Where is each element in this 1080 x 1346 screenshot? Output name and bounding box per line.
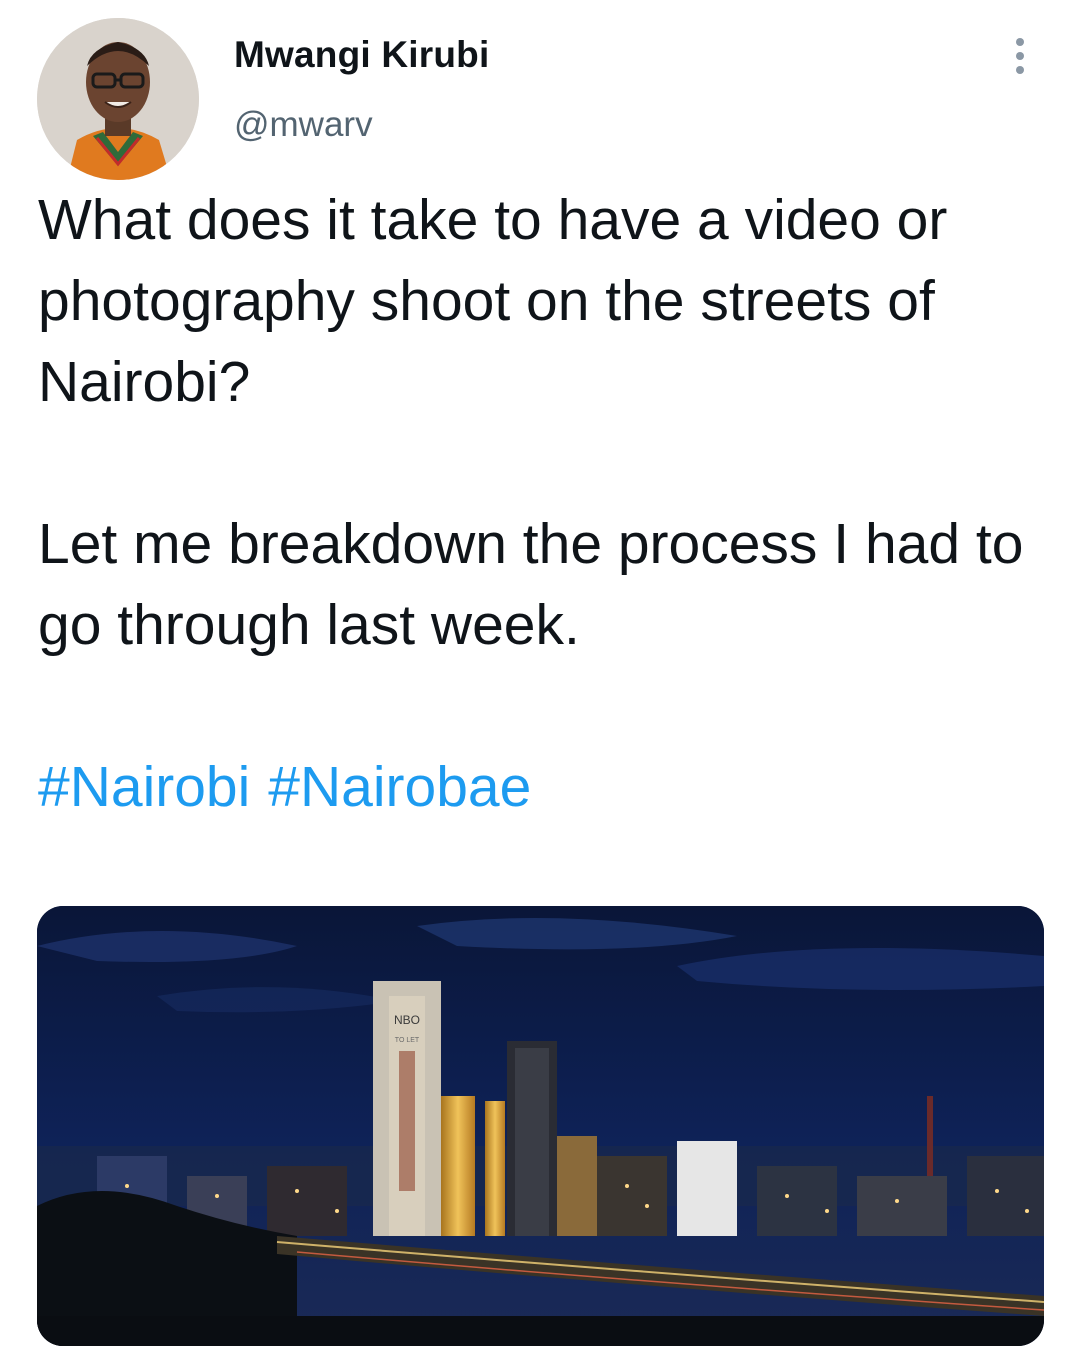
more-dot-2 bbox=[1016, 52, 1024, 60]
tweet-paragraph-2: Let me breakdown the process I had to go… bbox=[38, 512, 1024, 657]
profile-photo bbox=[37, 18, 199, 180]
nairobi-skyline-photo: NBO TO LET bbox=[37, 906, 1044, 1346]
tower-sign: NBO bbox=[394, 1013, 420, 1027]
tower-sign-sub: TO LET bbox=[395, 1037, 420, 1044]
hashtag-nairobae[interactable]: #Nairobae bbox=[268, 747, 531, 828]
tweet-text: What does it take to have a video or pho… bbox=[38, 180, 1048, 828]
hashtag-row: #Nairobi #Nairobae bbox=[38, 747, 1048, 828]
author-name[interactable]: Mwangi Kirubi bbox=[234, 34, 489, 76]
tweet-media-image[interactable]: NBO TO LET bbox=[37, 906, 1044, 1346]
avatar[interactable] bbox=[37, 18, 199, 180]
tweet-paragraph-1: What does it take to have a video or pho… bbox=[38, 188, 948, 414]
more-vertical-icon bbox=[1016, 38, 1024, 46]
more-options-button[interactable] bbox=[1000, 30, 1040, 82]
author-handle[interactable]: @mwarv bbox=[234, 105, 373, 145]
hashtag-nairobi[interactable]: #Nairobi bbox=[38, 747, 250, 828]
more-dot-3 bbox=[1016, 66, 1024, 74]
